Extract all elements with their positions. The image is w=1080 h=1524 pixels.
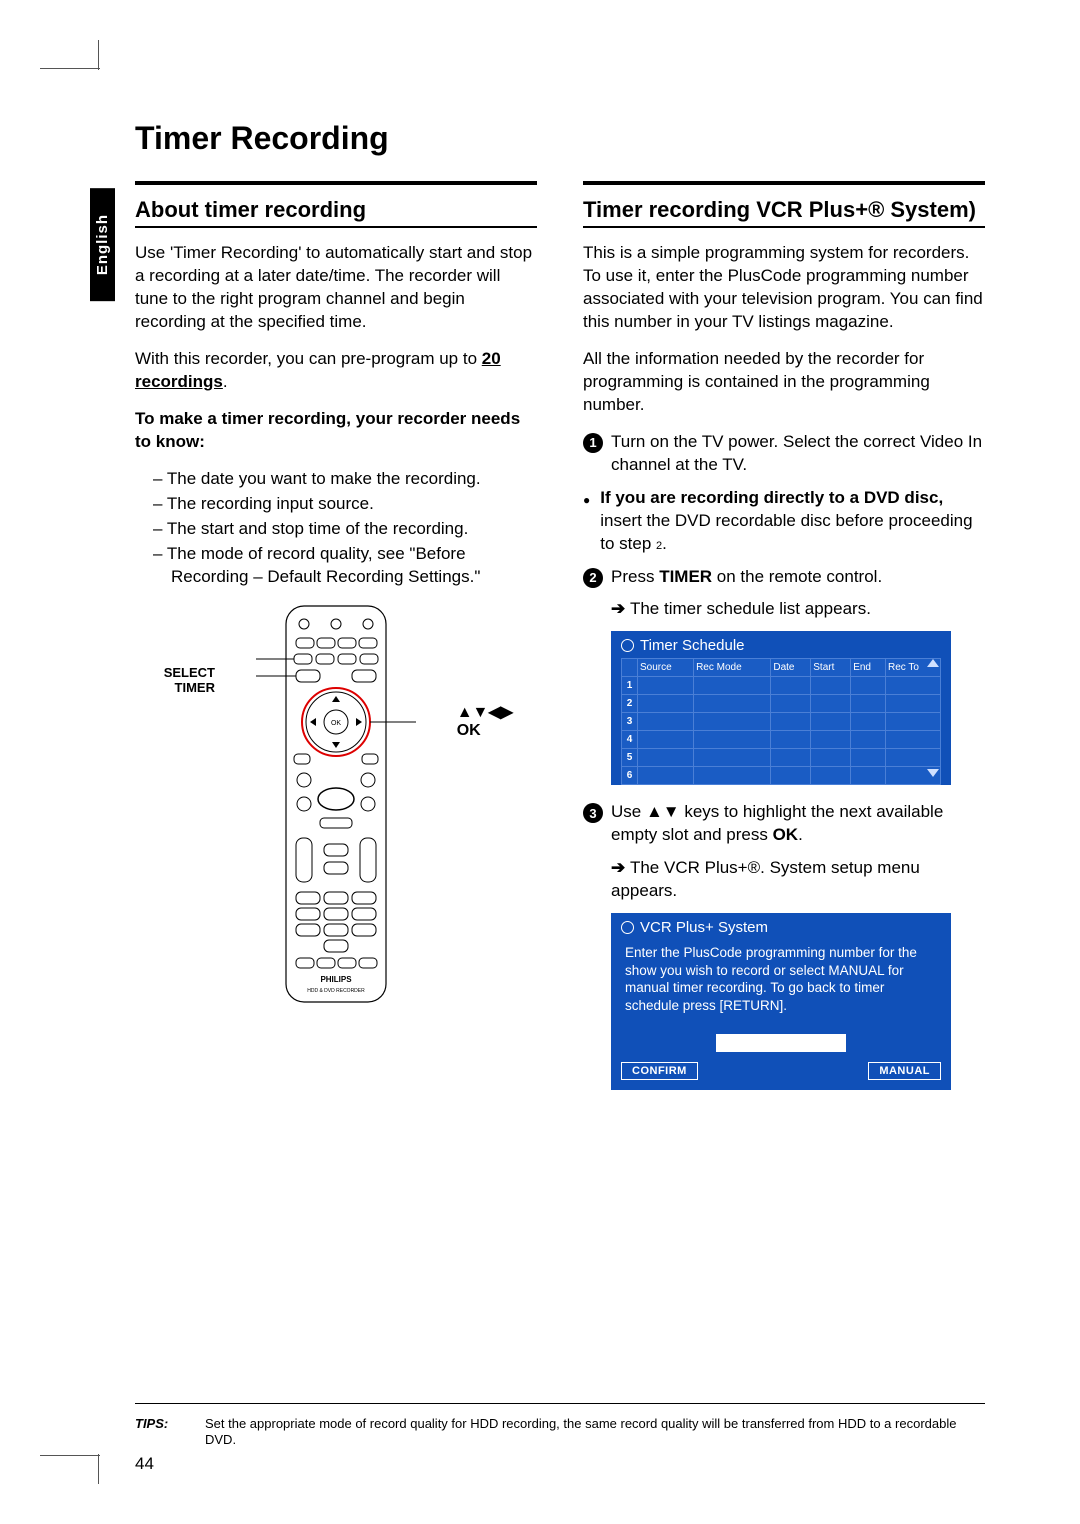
confirm-button: CONFIRM bbox=[621, 1062, 698, 1080]
needs-item: The start and stop time of the recording… bbox=[153, 518, 537, 541]
remote-diagram: SELECT TIMER ▲▼◀▶ OK bbox=[135, 604, 537, 1014]
needs-list: The date you want to make the recording.… bbox=[135, 468, 537, 589]
crop-mark-bottom-left bbox=[40, 1424, 100, 1484]
scroll-up-icon bbox=[927, 659, 939, 667]
step-3: 3 Use ▲▼ keys to highlight the next avai… bbox=[583, 801, 985, 847]
right-column: Timer recording VCR Plus+® System) This … bbox=[583, 181, 985, 1106]
dvd-disc-note: If you are recording directly to a DVD d… bbox=[583, 487, 985, 556]
step-2-result: The timer schedule list appears. bbox=[583, 598, 985, 621]
step-number-icon: 1 bbox=[583, 433, 603, 453]
language-tab: English bbox=[90, 188, 115, 301]
step-2: 2 Press TIMER on the remote control. bbox=[583, 566, 985, 589]
scroll-down-icon bbox=[927, 769, 939, 777]
vcrplus-system-screen: VCR Plus+ System Enter the PlusCode prog… bbox=[611, 913, 951, 1090]
step-number-icon: 2 bbox=[583, 568, 603, 588]
step-3-result: The VCR Plus+®. System setup menu appear… bbox=[583, 857, 985, 903]
screen-title: Timer Schedule bbox=[640, 637, 745, 654]
tips-footer: TIPS: Set the appropriate mode of record… bbox=[135, 1416, 985, 1449]
remote-label-arrows-ok: ▲▼◀▶ OK bbox=[457, 704, 513, 739]
vcrplus-paragraph-1: This is a simple programming system for … bbox=[583, 242, 985, 334]
step-number-icon: 3 bbox=[583, 803, 603, 823]
vcrplus-instruction-text: Enter the PlusCode programming number fo… bbox=[611, 940, 951, 1026]
timer-schedule-table: Source Rec Mode Date Start End Rec To 1 … bbox=[621, 658, 941, 785]
timer-schedule-screen: Timer Schedule Source Rec Mode Date Star… bbox=[611, 631, 951, 785]
vcrplus-paragraph-2: All the information needed by the record… bbox=[583, 348, 985, 417]
section-vcrplus-heading: Timer recording VCR Plus+® System) bbox=[583, 195, 985, 228]
pluscode-input-field bbox=[716, 1034, 846, 1052]
footer-rule bbox=[135, 1403, 985, 1404]
page-number: 44 bbox=[135, 1454, 154, 1474]
svg-text:PHILIPS: PHILIPS bbox=[320, 975, 352, 984]
manual-button: MANUAL bbox=[868, 1062, 941, 1080]
needs-heading: To make a timer recording, your recorder… bbox=[135, 408, 537, 454]
about-paragraph-1: Use 'Timer Recording' to automatically s… bbox=[135, 242, 537, 334]
svg-text:HDD & DVD RECORDER: HDD & DVD RECORDER bbox=[307, 988, 365, 994]
needs-item: The mode of record quality, see "Before … bbox=[153, 543, 537, 589]
clock-icon bbox=[621, 921, 634, 934]
tips-label: TIPS: bbox=[135, 1416, 185, 1449]
page-title: Timer Recording bbox=[135, 120, 985, 157]
about-paragraph-2: With this recorder, you can pre-program … bbox=[135, 348, 537, 394]
step-1: 1 Turn on the TV power. Select the corre… bbox=[583, 431, 985, 477]
svg-text:OK: OK bbox=[331, 720, 341, 727]
remote-label-select-timer: SELECT TIMER bbox=[135, 666, 215, 695]
section-about-heading: About timer recording bbox=[135, 195, 537, 228]
crop-mark-top-left bbox=[40, 40, 100, 100]
tips-text: Set the appropriate mode of record quali… bbox=[205, 1416, 985, 1449]
remote-control-icon: OK bbox=[256, 604, 416, 1004]
screen-title: VCR Plus+ System bbox=[640, 919, 768, 936]
needs-item: The date you want to make the recording. bbox=[153, 468, 537, 491]
needs-item: The recording input source. bbox=[153, 493, 537, 516]
left-column: About timer recording Use 'Timer Recordi… bbox=[135, 181, 537, 1106]
clock-icon bbox=[621, 639, 634, 652]
